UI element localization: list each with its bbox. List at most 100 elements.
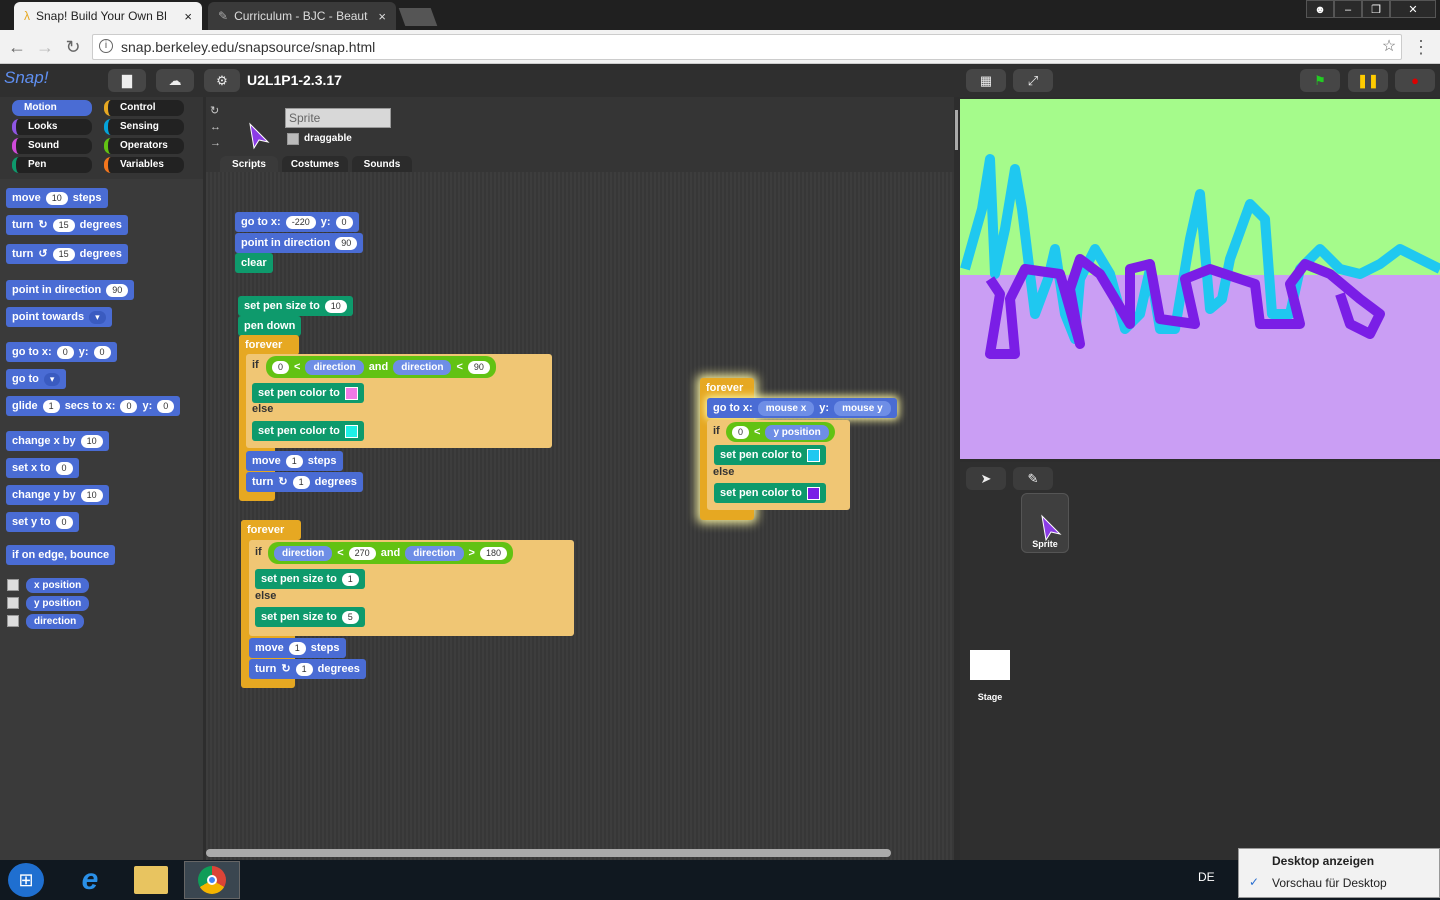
x-position-checkbox[interactable] <box>7 579 19 591</box>
internet-explorer-icon[interactable]: e <box>72 862 108 898</box>
direction-reporter[interactable]: direction <box>26 614 85 629</box>
palette-point-direction-block[interactable]: point in direction 90 <box>6 280 135 300</box>
pen-color-swatch[interactable] <box>806 486 820 500</box>
set-pen-color-block[interactable]: set pen color to <box>252 383 364 403</box>
cloud-icon[interactable]: ☁ <box>156 69 194 92</box>
info-icon[interactable]: i <box>99 39 113 53</box>
turn-block[interactable]: turn ↻ 1 degrees <box>249 659 366 679</box>
set-pen-color-block[interactable]: set pen color to <box>252 421 364 441</box>
popup-item[interactable]: Vorschau für Desktop <box>1272 876 1387 890</box>
else-label: else <box>252 403 274 415</box>
palette-set-y-block[interactable]: set y to 0 <box>6 512 79 532</box>
palette-point-towards-block[interactable]: point towards ▾ <box>6 307 112 327</box>
set-pen-size-block[interactable]: set pen size to 10 <box>238 296 353 316</box>
snap-logo[interactable]: Snap! <box>4 68 48 92</box>
category-operators[interactable]: Operators <box>104 138 184 154</box>
user-icon[interactable]: ☻ <box>1306 0 1334 18</box>
set-pen-size-block[interactable]: set pen size to 5 <box>255 607 365 627</box>
category-variables[interactable]: Variables <box>104 157 184 173</box>
stop-icon[interactable]: ● <box>1395 69 1435 92</box>
vertical-scrollbar[interactable] <box>955 110 958 150</box>
tab-costumes[interactable]: Costumes <box>282 156 348 173</box>
horizontal-scrollbar[interactable] <box>206 849 891 857</box>
x-position-reporter[interactable]: x position <box>26 578 90 593</box>
turn-block[interactable]: turn ↻ 1 degrees <box>246 472 363 492</box>
palette-turn-ccw-block[interactable]: turn ↺ 15 degrees <box>6 244 128 264</box>
pen-color-swatch[interactable] <box>344 424 358 438</box>
palette-move-block[interactable]: move 10 steps <box>6 188 108 208</box>
menu-icon[interactable]: ⋮ <box>1410 36 1432 58</box>
set-pen-size-block[interactable]: set pen size to 1 <box>255 569 365 589</box>
page-favicon-icon: ✎ <box>218 9 229 23</box>
go-to-xy-block[interactable]: go to x: -220 y: 0 <box>235 212 359 232</box>
forever-label: forever <box>700 378 754 398</box>
palette-go-to-block[interactable]: go to ▾ <box>6 369 67 389</box>
green-flag-icon[interactable]: ⚑ <box>1300 69 1340 92</box>
set-pen-color-block[interactable]: set pen color to <box>714 445 826 465</box>
draggable-checkbox[interactable] <box>287 133 299 145</box>
y-position-reporter[interactable]: y position <box>26 596 90 611</box>
language-indicator[interactable]: DE <box>1198 870 1215 884</box>
pen-down-block[interactable]: pen down <box>238 316 302 336</box>
forward-icon[interactable]: → <box>34 36 56 58</box>
move-block[interactable]: move 1 steps <box>246 451 343 471</box>
scripting-area[interactable] <box>206 172 954 860</box>
pen-color-swatch[interactable] <box>344 386 358 400</box>
fullscreen-icon[interactable]: ⤢ <box>1013 69 1053 92</box>
close-window-button[interactable]: ✕ <box>1390 0 1436 18</box>
file-explorer-icon[interactable] <box>134 866 168 894</box>
category-control[interactable]: Control <box>104 100 184 116</box>
tab-scripts[interactable]: Scripts <box>220 156 278 173</box>
popup-title[interactable]: Desktop anzeigen <box>1272 854 1374 868</box>
if-label: if <box>713 425 720 437</box>
sprite-name-input[interactable]: Sprite <box>285 108 391 128</box>
palette-bounce-block[interactable]: if on edge, bounce <box>6 545 116 565</box>
palette-set-x-block[interactable]: set x to 0 <box>6 458 79 478</box>
set-pen-color-block[interactable]: set pen color to <box>714 483 826 503</box>
tab-sounds[interactable]: Sounds <box>352 156 412 173</box>
close-tab-icon[interactable]: × <box>184 9 192 24</box>
forever-label: forever <box>241 520 301 540</box>
category-sensing[interactable]: Sensing <box>104 119 184 135</box>
new-tab-button[interactable] <box>398 8 438 26</box>
category-pen[interactable]: Pen <box>12 157 92 173</box>
and-predicate[interactable]: direction <270 and direction >180 <box>268 542 513 564</box>
bookmark-star-icon[interactable]: ☆ <box>1378 36 1400 58</box>
and-predicate[interactable]: 0 < direction and direction <90 <box>266 356 496 378</box>
snap-favicon-icon: λ <box>24 9 30 23</box>
y-position-checkbox[interactable] <box>7 597 19 609</box>
clear-block[interactable]: clear <box>235 253 273 273</box>
category-looks[interactable]: Looks <box>12 119 92 135</box>
gear-icon[interactable]: ⚙ <box>204 69 240 92</box>
turtle-icon[interactable]: ➤ <box>966 467 1006 490</box>
close-tab-icon[interactable]: × <box>378 9 386 24</box>
less-than-predicate[interactable]: 0 < y position <box>726 422 835 442</box>
direction-checkbox[interactable] <box>7 615 19 627</box>
rotate-cw-icon: ↻ <box>38 219 48 231</box>
palette-change-y-block[interactable]: change y by 10 <box>6 485 109 505</box>
pen-color-swatch[interactable] <box>806 448 820 462</box>
category-sound[interactable]: Sound <box>12 138 92 154</box>
go-to-xy-block[interactable]: go to x: mouse x y: mouse y <box>707 398 897 418</box>
normal-stage-icon[interactable]: ▦ <box>966 69 1006 92</box>
file-icon[interactable]: ▇ <box>108 69 146 92</box>
rotation-style-buttons[interactable]: ↻ ↔ → <box>210 103 221 151</box>
palette-go-to-xy-block[interactable]: go to x: 0 y: 0 <box>6 342 117 362</box>
start-button-icon[interactable]: ⊞ <box>8 863 44 897</box>
pause-icon[interactable]: ❚❚ <box>1348 69 1388 92</box>
tab-curriculum[interactable]: ✎ Curriculum - BJC - Beaut × <box>208 2 396 30</box>
point-direction-block[interactable]: point in direction 90 <box>235 233 364 253</box>
address-bar[interactable]: snap.berkeley.edu/snapsource/snap.html <box>92 34 1402 60</box>
maximize-button[interactable]: ❐ <box>1362 0 1390 18</box>
palette-change-x-block[interactable]: change x by 10 <box>6 431 109 451</box>
category-motion[interactable]: Motion <box>12 100 92 116</box>
back-icon[interactable]: ← <box>6 36 28 58</box>
paintbrush-icon[interactable]: ✎ <box>1013 467 1053 490</box>
move-block[interactable]: move 1 steps <box>249 638 346 658</box>
palette-turn-cw-block[interactable]: turn ↻ 15 degrees <box>6 215 128 235</box>
minimize-button[interactable]: – <box>1334 0 1362 18</box>
tab-snap[interactable]: λ Snap! Build Your Own Bl × <box>14 2 202 30</box>
palette-glide-block[interactable]: glide 1 secs to x: 0 y: 0 <box>6 396 181 416</box>
stage-thumbnail[interactable] <box>970 650 1010 680</box>
reload-icon[interactable]: ↻ <box>62 36 84 58</box>
